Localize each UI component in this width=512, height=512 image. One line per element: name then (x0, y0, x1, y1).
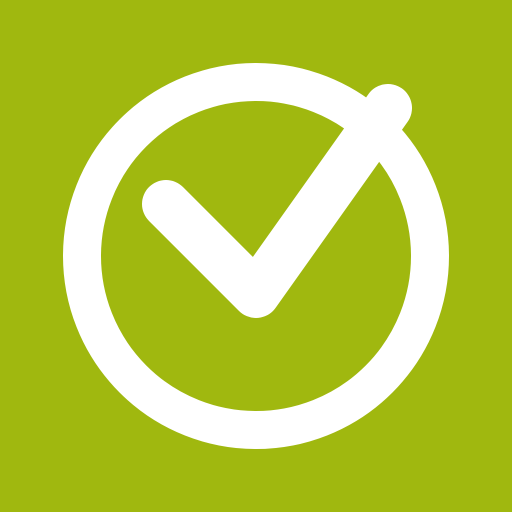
check-circle-icon (0, 0, 512, 512)
app-icon (0, 0, 512, 512)
